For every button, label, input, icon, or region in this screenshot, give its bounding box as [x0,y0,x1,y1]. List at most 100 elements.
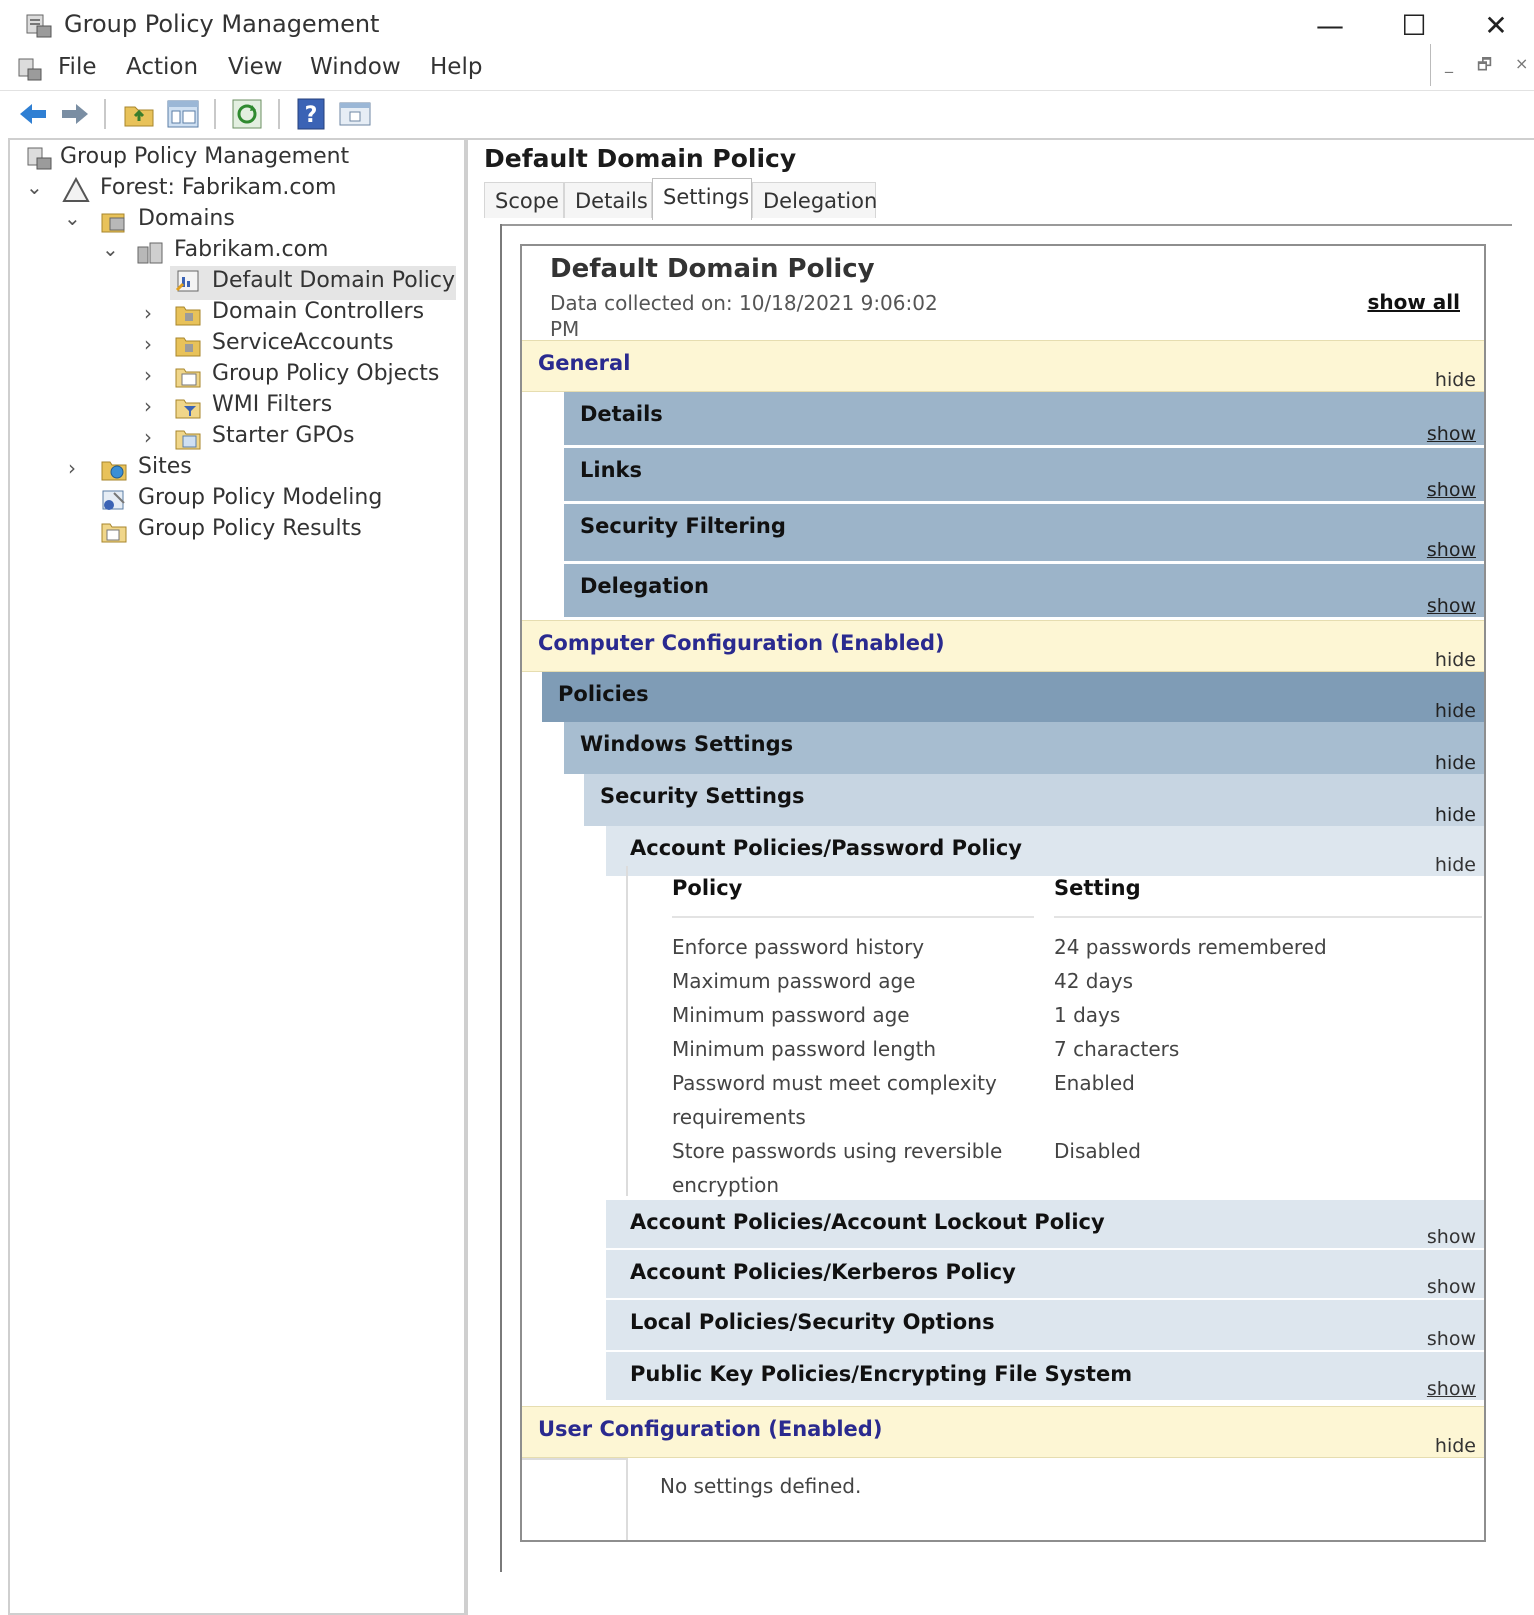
tree-item-label: Group Policy Modeling [138,485,383,510]
chevron-down-icon[interactable]: ⌄ [102,237,122,261]
tree-item-domain-controllers[interactable]: › Domain Controllers [144,299,444,331]
chevron-right-icon[interactable]: › [144,425,164,449]
mdi-restore-button[interactable]: 🗗 [1477,54,1492,81]
forward-arrow-icon[interactable] [58,97,92,131]
section-password-policy[interactable]: Account Policies/Password Policy hide [606,826,1484,876]
tree-item-group-policy-management[interactable]: Group Policy Management [26,144,356,176]
section-general[interactable]: General hide [522,340,1484,392]
properties-icon[interactable] [338,97,372,131]
mdi-close-button[interactable]: × [1515,54,1528,73]
title-bar: Group Policy Management — ☐ ✕ [0,0,1534,54]
forest-icon [62,177,90,202]
settings-report[interactable]: Default Domain Policy Data collected on:… [520,244,1486,1542]
chevron-down-icon[interactable]: ⌄ [64,206,84,230]
tab-settings[interactable]: Settings [652,178,752,220]
section-toggle-link[interactable]: show [1427,1276,1476,1298]
tree-item-label: Fabrikam.com [174,237,329,262]
chevron-right-icon[interactable]: › [144,332,164,356]
mdi-controls: _ 🗗 × [1430,44,1534,86]
section-toggle-link[interactable]: show [1427,1226,1476,1248]
section-computer-configuration[interactable]: Computer Configuration (Enabled) hide [522,620,1484,672]
console-tree: Group Policy Management ⌄ Forest: Fabrik… [8,138,466,1615]
tree-item-group-policy-results[interactable]: Group Policy Results [100,516,400,548]
tree-item-sites[interactable]: › Sites [68,454,300,486]
section-toggle-link[interactable]: hide [1435,752,1476,774]
policy-setting: 42 days [1054,969,1134,993]
tab-details[interactable]: Details [564,182,652,218]
section-label: Delegation [580,574,709,598]
section-account-lockout-policy[interactable]: Account Policies/Account Lockout Policy … [606,1200,1484,1250]
tree-item-domains[interactable]: ⌄ Domains [64,206,350,238]
tree-item-group-policy-modeling[interactable]: Group Policy Modeling [100,485,400,517]
section-toggle-link[interactable]: show [1427,539,1476,561]
section-security-options[interactable]: Local Policies/Security Options show [606,1300,1484,1352]
chevron-down-icon[interactable]: ⌄ [26,175,46,199]
tree-item-starter-gpos[interactable]: › Starter GPOs [144,423,444,455]
ou-folder-icon [175,306,201,326]
menu-view[interactable]: View [228,54,283,80]
tree-item-group-policy-objects[interactable]: › Group Policy Objects [144,361,454,393]
chevron-right-icon[interactable]: › [144,394,164,418]
chevron-right-icon[interactable]: › [144,363,164,387]
section-encrypting-file-system[interactable]: Public Key Policies/Encrypting File Syst… [606,1352,1484,1402]
header-underline [672,916,1034,918]
gp-results-icon [101,523,127,543]
tree-item-fabrikam-com[interactable]: ⌄ Fabrikam.com [102,237,436,269]
tree-item-service-accounts[interactable]: › ServiceAccounts [144,330,444,362]
system-menu-icon[interactable] [16,56,44,84]
chevron-right-icon[interactable]: › [144,301,164,325]
gpm-console-icon [26,14,52,38]
tree-item-forest[interactable]: ⌄ Forest: Fabrikam.com [26,175,362,207]
console-tree-icon[interactable] [166,97,200,131]
minimize-button[interactable]: — [1300,6,1360,46]
section-toggle-link[interactable]: show [1427,1378,1476,1400]
section-label: User Configuration (Enabled) [538,1417,883,1441]
policy-setting: Enabled [1054,1071,1135,1095]
back-arrow-icon[interactable] [16,97,50,131]
tab-scope[interactable]: Scope [484,182,564,218]
tree-item-wmi-filters[interactable]: › WMI Filters [144,392,444,424]
section-policies[interactable]: Policies hide [542,672,1484,722]
policy-name: Minimum password length [672,1037,937,1061]
up-folder-icon[interactable] [122,97,156,131]
domains-icon [101,213,125,233]
svg-text:?: ? [305,103,318,128]
help-icon[interactable]: ? [294,97,328,131]
policy-name: Maximum password age [672,969,916,993]
section-windows-settings[interactable]: Windows Settings hide [564,722,1484,774]
show-all-link[interactable]: show all [1367,290,1460,314]
tree-item-default-domain-policy[interactable]: Default Domain Policy [170,266,456,300]
mdi-minimize-button[interactable]: _ [1445,54,1453,73]
tab-delegation[interactable]: Delegation [752,182,877,218]
section-security-filtering[interactable]: Security Filtering show [564,504,1484,564]
menu-action[interactable]: Action [126,54,198,80]
menu-window[interactable]: Window [310,54,401,80]
section-user-configuration[interactable]: User Configuration (Enabled) hide [522,1406,1484,1458]
section-toggle-link[interactable]: hide [1435,700,1476,722]
tree-item-label: ServiceAccounts [212,330,394,355]
indent-guide [522,1458,626,1460]
section-toggle-link[interactable]: show [1427,479,1476,501]
section-toggle-link[interactable]: hide [1435,1435,1476,1457]
section-toggle-link[interactable]: show [1427,1328,1476,1350]
menu-file[interactable]: File [58,54,97,80]
maximize-button[interactable]: ☐ [1384,6,1444,46]
section-kerberos-policy[interactable]: Account Policies/Kerberos Policy show [606,1250,1484,1300]
section-toggle-link[interactable]: hide [1435,369,1476,391]
gpm-console-icon [27,147,52,170]
section-label: Account Policies/Kerberos Policy [630,1260,1016,1284]
section-toggle-link[interactable]: show [1427,423,1476,445]
tree-item-label: WMI Filters [212,392,333,417]
section-details[interactable]: Details show [564,392,1484,448]
section-toggle-link[interactable]: hide [1435,649,1476,671]
section-links[interactable]: Links show [564,448,1484,504]
section-delegation[interactable]: Delegation show [564,564,1484,620]
section-toggle-link[interactable]: hide [1435,804,1476,826]
refresh-icon[interactable] [230,97,264,131]
menu-help[interactable]: Help [430,54,482,80]
section-toggle-link[interactable]: show [1427,595,1476,617]
close-button[interactable]: ✕ [1466,6,1526,46]
section-toggle-link[interactable]: hide [1435,854,1476,876]
chevron-right-icon[interactable]: › [68,456,88,480]
section-security-settings[interactable]: Security Settings hide [584,774,1484,826]
